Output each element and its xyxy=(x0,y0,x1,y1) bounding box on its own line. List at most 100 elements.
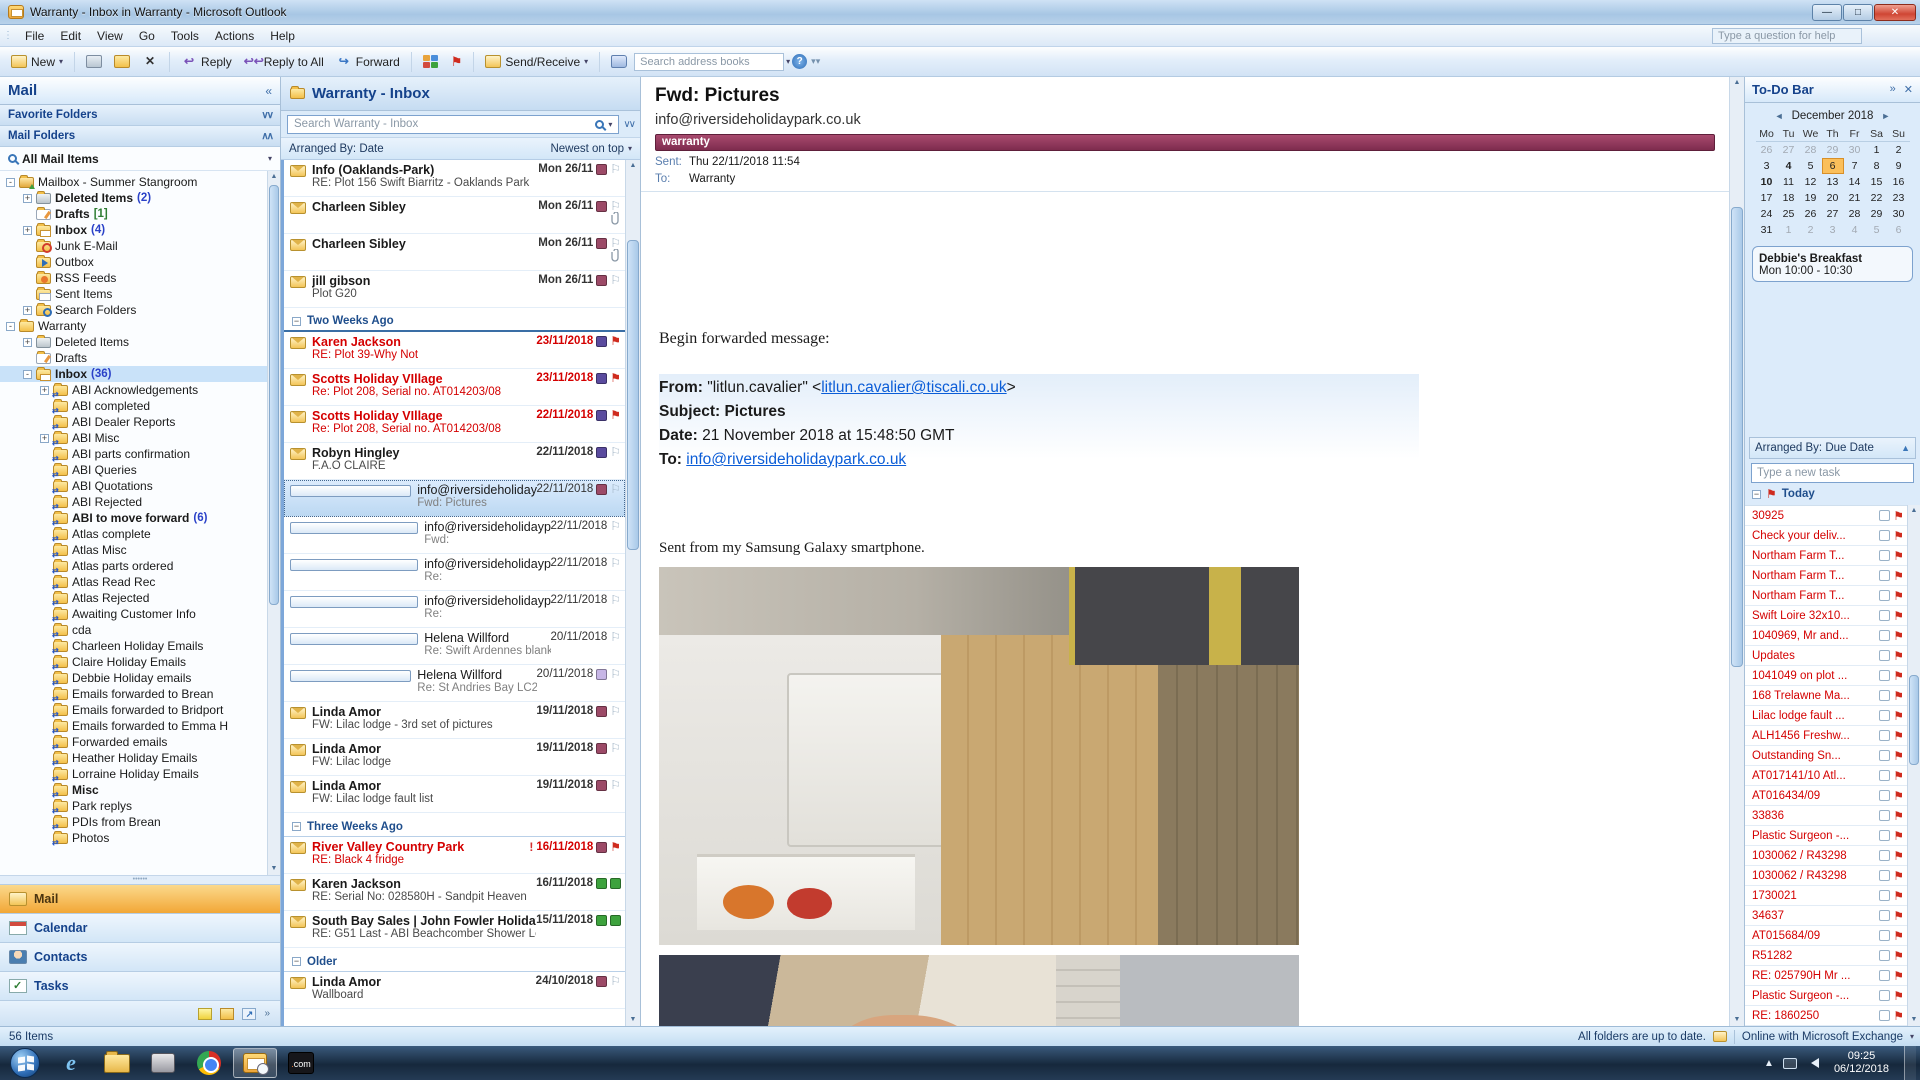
category-green-icon[interactable] xyxy=(610,915,621,926)
scrollbar-thumb[interactable] xyxy=(269,185,279,605)
task-flag-icon[interactable]: ⚑ xyxy=(1893,890,1904,902)
message-row[interactable]: jill gibsonPlot G20Mon 26/11⚐ xyxy=(284,271,625,308)
expand-icon[interactable]: + xyxy=(23,226,32,235)
reply-button[interactable]: ↩Reply xyxy=(176,52,237,72)
task-flag-icon[interactable]: ⚑ xyxy=(1893,530,1904,542)
folder-row[interactable]: -Mailbox - Summer Stangroom xyxy=(0,174,267,190)
message-row[interactable]: Info (Oaklands-Park)RE: Plot 156 Swift B… xyxy=(284,160,625,197)
calendar-day-cell[interactable]: 22 xyxy=(1866,190,1888,206)
start-button[interactable] xyxy=(10,1048,40,1078)
calendar-day-cell[interactable]: 5 xyxy=(1866,222,1888,238)
new-button[interactable]: New▾ xyxy=(6,52,68,72)
folder-row[interactable]: +ABI Rejected xyxy=(0,494,267,510)
task-checkbox[interactable] xyxy=(1879,890,1890,901)
scrollbar-thumb[interactable] xyxy=(627,240,639,550)
send-receive-status-icon[interactable] xyxy=(1713,1031,1727,1042)
message-group-header[interactable]: −Older xyxy=(284,948,625,972)
appointment-card[interactable]: Debbie's Breakfast Mon 10:00 - 10:30 xyxy=(1752,246,1913,282)
task-checkbox[interactable] xyxy=(1879,730,1890,741)
follow-up-button[interactable]: ⚑ xyxy=(446,52,468,71)
configure-buttons-chevron[interactable]: » xyxy=(264,1008,270,1019)
task-row[interactable]: AT017141/10 Atl...⚑ xyxy=(1745,766,1907,786)
folder-row[interactable]: +Deleted Items xyxy=(0,334,267,350)
folder-row[interactable]: +ABI completed xyxy=(0,398,267,414)
task-row[interactable]: RE: 025790H Mr ...⚑ xyxy=(1745,966,1907,986)
calendar-day-cell[interactable]: 30 xyxy=(1844,142,1866,158)
task-row[interactable]: Swift Loire 32x10...⚑ xyxy=(1745,606,1907,626)
task-row[interactable]: RE: 1860250⚑ xyxy=(1745,1006,1907,1026)
follow-up-flag-icon[interactable]: ⚐ xyxy=(610,975,621,987)
task-checkbox[interactable] xyxy=(1879,910,1890,921)
scrollbar-thumb[interactable] xyxy=(1909,675,1919,765)
calendar-day-cell[interactable]: 30 xyxy=(1888,206,1910,222)
task-checkbox[interactable] xyxy=(1879,570,1890,581)
folder-row[interactable]: +Claire Holiday Emails xyxy=(0,654,267,670)
task-checkbox[interactable] xyxy=(1879,510,1890,521)
follow-up-flag-icon[interactable]: ⚐ xyxy=(610,483,621,495)
expand-favorites-icon[interactable]: ∨∨ xyxy=(261,110,272,121)
calendar-day-cell[interactable]: 17 xyxy=(1756,190,1778,206)
calendar-day-cell[interactable]: 2 xyxy=(1888,142,1910,158)
task-checkbox[interactable] xyxy=(1879,650,1890,661)
task-checkbox[interactable] xyxy=(1879,550,1890,561)
calendar-day-cell[interactable]: 8 xyxy=(1866,158,1888,174)
follow-up-flag-icon[interactable]: ⚑ xyxy=(610,372,621,384)
folder-row[interactable]: +Forwarded emails xyxy=(0,734,267,750)
scroll-up-arrow[interactable]: ▲ xyxy=(626,160,640,172)
message-row[interactable]: info@riversideholidaypark.co.ukRe:22/11/… xyxy=(284,554,625,591)
message-list-scrollbar[interactable]: ▲ ▼ xyxy=(625,160,640,1026)
task-row[interactable]: Northam Farm T...⚑ xyxy=(1745,566,1907,586)
folder-tree-scrollbar[interactable]: ▲ ▼ xyxy=(267,171,280,875)
task-flag-icon[interactable]: ⚑ xyxy=(1893,630,1904,642)
task-row[interactable]: 1030062 / R43298⚑ xyxy=(1745,846,1907,866)
follow-up-flag-icon[interactable]: ⚐ xyxy=(610,705,621,717)
calendar-day-cell[interactable]: 16 xyxy=(1888,174,1910,190)
message-row[interactable]: Karen JacksonRE: Plot 39-Why Not23/11/20… xyxy=(284,332,625,369)
calendar-day-cell[interactable]: 3 xyxy=(1822,222,1844,238)
task-flag-icon[interactable]: ⚑ xyxy=(1893,830,1904,842)
task-checkbox[interactable] xyxy=(1879,750,1890,761)
folder-row[interactable]: +ABI Misc xyxy=(0,430,267,446)
collapse-group-icon[interactable]: − xyxy=(292,822,301,831)
task-checkbox[interactable] xyxy=(1879,630,1890,641)
calendar-day-cell[interactable]: 13 xyxy=(1822,174,1844,190)
sidebar-item-mail[interactable]: Mail xyxy=(0,884,280,913)
category-maroon-icon[interactable] xyxy=(596,275,607,286)
task-checkbox[interactable] xyxy=(1879,950,1890,961)
follow-up-flag-icon[interactable]: ⚐ xyxy=(610,237,621,249)
to-email-link[interactable]: info@riversideholidaypark.co.uk xyxy=(686,451,906,468)
message-row[interactable]: Helena WillfordRe: Swift Ardennes blanki… xyxy=(284,628,625,665)
category-maroon-icon[interactable] xyxy=(596,238,607,249)
scroll-up-arrow[interactable]: ▲ xyxy=(1908,505,1920,517)
task-group-today[interactable]: − ⚑ Today xyxy=(1745,483,1920,505)
taskbar-internet-explorer[interactable]: e xyxy=(49,1048,93,1078)
folder-row[interactable]: +Debbie Holiday emails xyxy=(0,670,267,686)
follow-up-flag-icon[interactable]: ⚐ xyxy=(610,631,621,643)
message-row[interactable]: Linda AmorFW: Lilac lodge19/11/2018⚐ xyxy=(284,739,625,776)
message-row[interactable]: Scotts Holiday VIllageRe: Plot 208, Seri… xyxy=(284,406,625,443)
calendar-day-cell[interactable]: 24 xyxy=(1756,206,1778,222)
sort-ascending-icon[interactable]: ▲ xyxy=(1901,443,1910,453)
task-row[interactable]: Plastic Surgeon -...⚑ xyxy=(1745,826,1907,846)
arrange-by-bar[interactable]: Arranged By: Date Newest on top▾ xyxy=(281,138,640,160)
message-row[interactable]: Linda AmorFW: Lilac lodge fault list19/1… xyxy=(284,776,625,813)
follow-up-flag-icon[interactable]: ⚐ xyxy=(610,594,621,606)
calendar-day-cell[interactable]: 27 xyxy=(1822,206,1844,222)
message-row[interactable]: Charleen Sibley Mon 26/11⚐ xyxy=(284,234,625,271)
message-group-header[interactable]: −Two Weeks Ago xyxy=(284,308,625,332)
toolbar-options-chevron[interactable]: ▾▾ xyxy=(811,56,820,67)
scroll-down-arrow[interactable]: ▼ xyxy=(1908,1014,1920,1026)
task-row[interactable]: 1730021⚑ xyxy=(1745,886,1907,906)
sidebar-item-tasks[interactable]: Tasks xyxy=(0,971,280,1000)
task-checkbox[interactable] xyxy=(1879,710,1890,721)
expand-icon[interactable]: + xyxy=(40,434,49,443)
category-maroon-icon[interactable] xyxy=(596,706,607,717)
message-row[interactable]: River Valley Country ParkRE: Black 4 fri… xyxy=(284,837,625,874)
search-input[interactable]: Search Warranty - Inbox ▾ xyxy=(287,115,619,134)
help-icon[interactable]: ? xyxy=(792,54,807,69)
calendar-day-cell[interactable]: 11 xyxy=(1778,174,1800,190)
task-flag-icon[interactable]: ⚑ xyxy=(1893,570,1904,582)
folder-row[interactable]: +PDIs from Brean xyxy=(0,814,267,830)
calendar-day-cell[interactable]: 9 xyxy=(1888,158,1910,174)
mail-folders-header[interactable]: Mail Folders∧∧ xyxy=(0,126,280,147)
